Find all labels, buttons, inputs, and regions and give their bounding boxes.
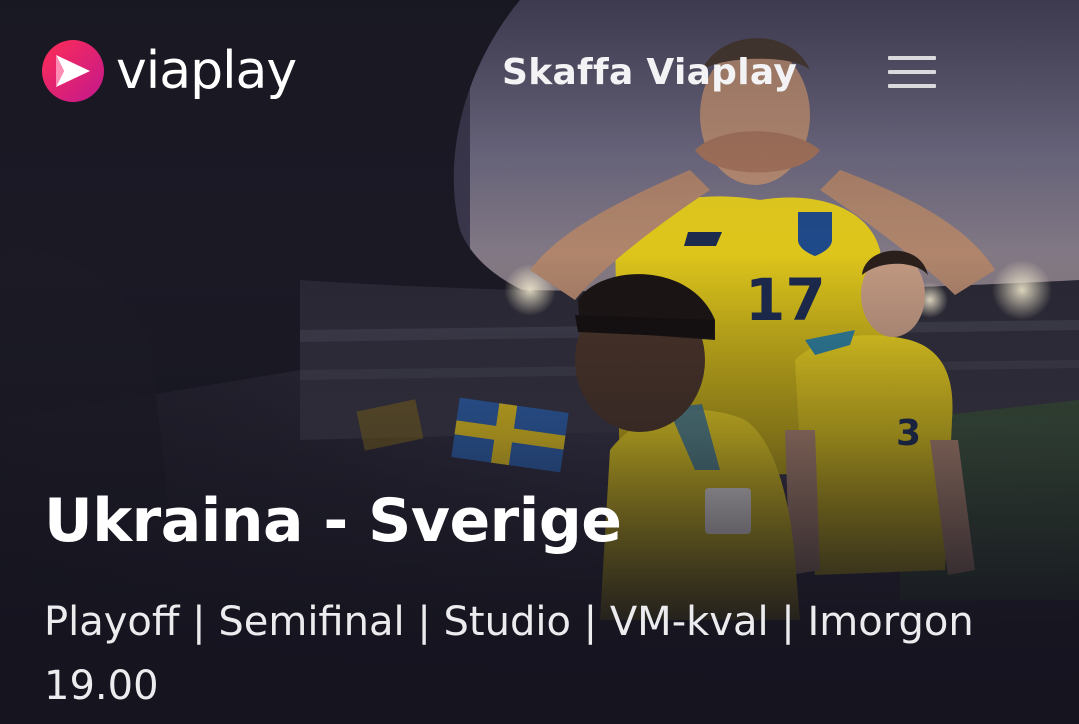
get-viaplay-link[interactable]: Skaffa Viaplay [502,52,797,93]
menu-line [888,84,936,88]
event-metadata: Playoff | Semifinal | Studio | VM-kval |… [44,599,974,709]
top-navigation: viaplay Skaffa Viaplay [0,0,1079,150]
menu-line [888,70,936,74]
hamburger-menu-icon[interactable] [888,56,936,90]
hero-banner[interactable]: 17 3 [0,0,1079,724]
viaplay-logo-icon [42,40,104,102]
viaplay-logo-text: viaplay [116,41,297,101]
menu-line [888,56,936,60]
event-title: Ukraina - Sverige [44,486,622,556]
viaplay-logo[interactable]: viaplay [42,40,297,102]
